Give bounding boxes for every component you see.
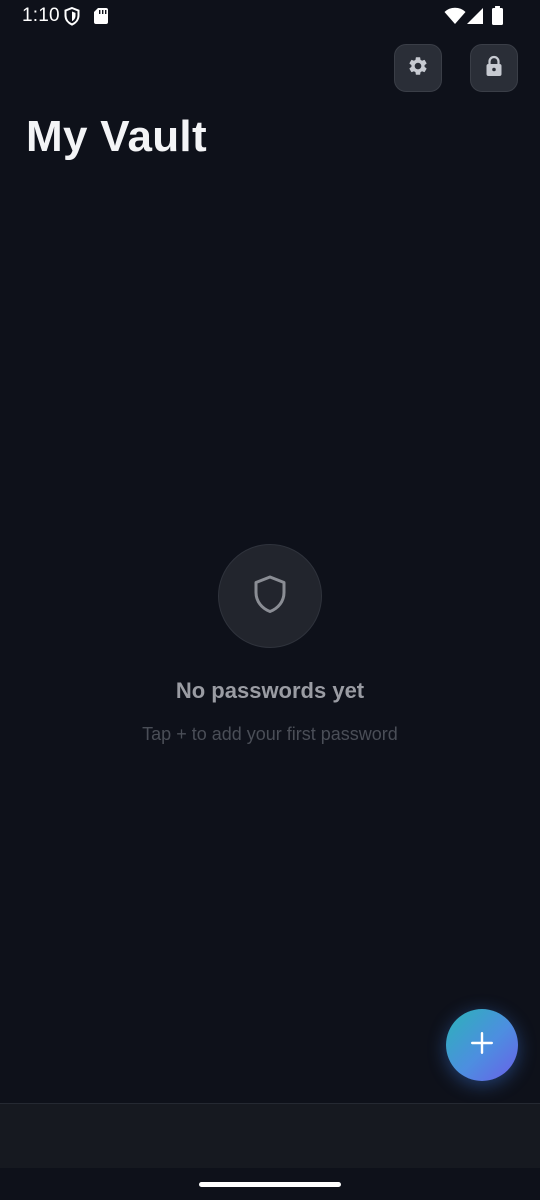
battery-icon: [492, 6, 503, 25]
sd-card-icon: [94, 8, 108, 24]
status-time: 1:10: [22, 5, 60, 26]
status-bar: 1:10: [0, 0, 540, 34]
vault-screen: 1:10 My Vault No passwords yet Tap + to …: [0, 0, 540, 1200]
empty-state-title: No passwords yet: [175, 678, 365, 703]
gear-icon: [407, 55, 429, 82]
shield-icon: [252, 574, 288, 619]
cellular-signal-icon: [466, 7, 484, 25]
add-password-button[interactable]: [446, 1009, 518, 1081]
wifi-icon: [444, 7, 466, 25]
shield-status-icon: [64, 7, 80, 26]
plus-icon: [469, 1030, 495, 1061]
lock-button[interactable]: [470, 44, 518, 92]
bottom-bar: [0, 1103, 540, 1168]
home-indicator[interactable]: [199, 1182, 341, 1187]
settings-button[interactable]: [394, 44, 442, 92]
empty-state-subtitle: Tap + to add your first password: [142, 724, 398, 744]
empty-state-badge: [218, 544, 322, 648]
page-title: My Vault: [26, 112, 207, 161]
lock-icon: [484, 55, 504, 82]
